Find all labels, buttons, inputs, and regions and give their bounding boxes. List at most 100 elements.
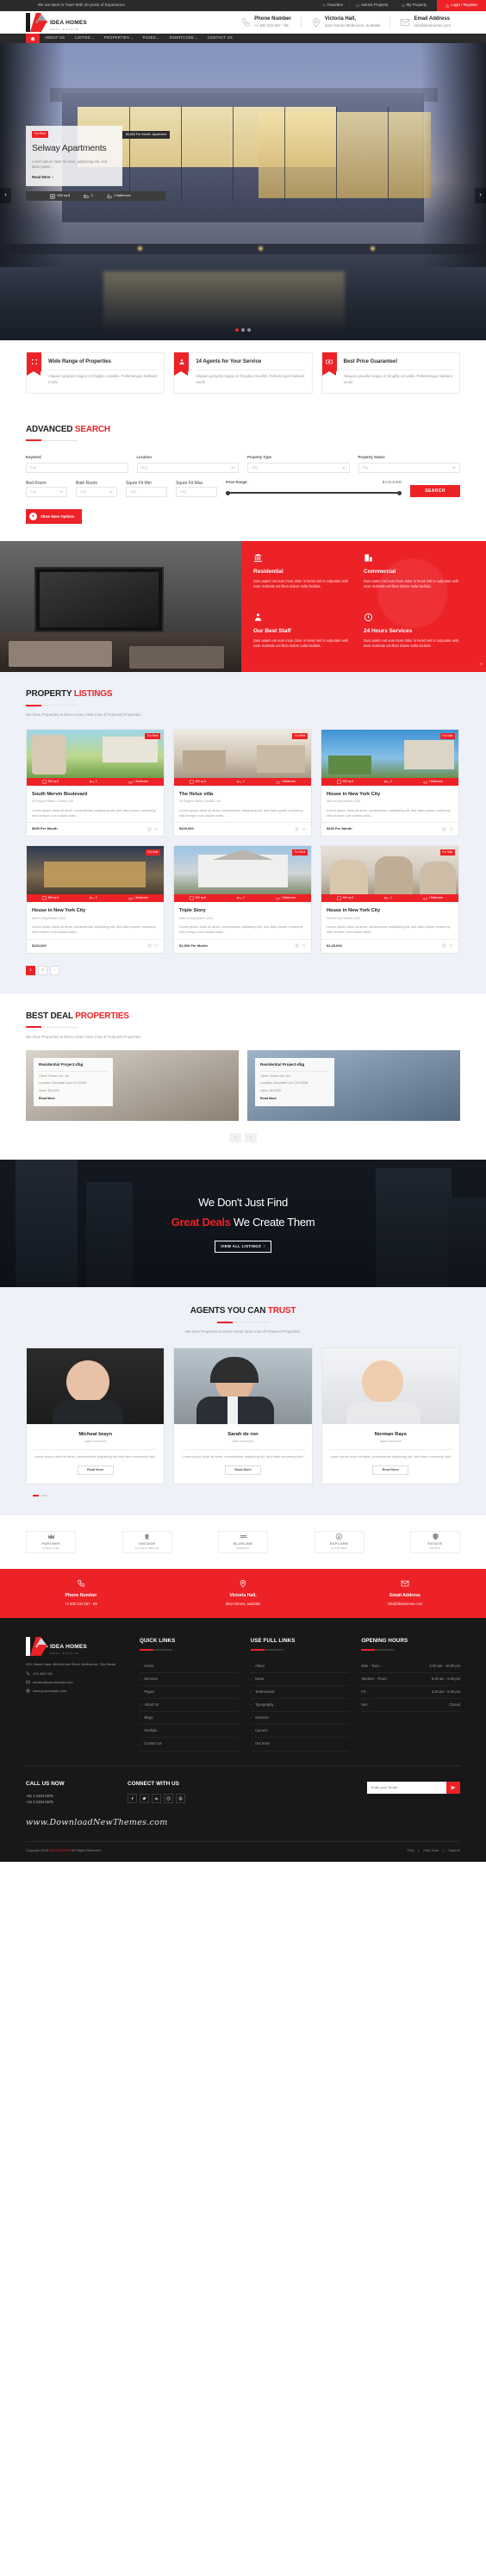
feature-card[interactable]: Wide Range of Properties Aliquam gravida… xyxy=(26,352,165,394)
service-residential[interactable]: Residential Duis autem vel eum iriure do… xyxy=(253,553,364,613)
partner-logo[interactable]: BLUELINE COMPANY xyxy=(218,1530,268,1553)
nav-item-properties[interactable]: PROPERTIES xyxy=(99,35,138,40)
heart-icon[interactable] xyxy=(449,827,453,831)
footer-link-testimonials[interactable]: › Testimonials xyxy=(250,1686,350,1700)
footer-email-value[interactable]: contact@yourdomain.com xyxy=(33,1680,73,1685)
agent-read-more-button[interactable]: Read More xyxy=(372,1465,409,1476)
linkedin-icon[interactable] xyxy=(152,1793,161,1803)
agent-read-more-button[interactable]: Read More xyxy=(224,1465,261,1476)
search-select-property-type[interactable]: Any xyxy=(247,463,350,474)
footer-link-services-2[interactable]: › Services xyxy=(250,1712,350,1726)
compare-icon[interactable] xyxy=(147,827,152,831)
search-select-location[interactable]: Any xyxy=(136,463,239,474)
footer-link-services[interactable]: › Services xyxy=(140,1673,239,1686)
show-more-options-button[interactable]: + Show More Options xyxy=(26,509,83,525)
agent-card[interactable]: Sarah de ron sales executive Lorem ipsum… xyxy=(173,1347,313,1485)
best-deal-prev-button[interactable]: ‹ xyxy=(229,1133,241,1143)
agents-dot[interactable] xyxy=(41,1495,47,1496)
search-input-keyword[interactable]: Any xyxy=(26,463,128,474)
property-card[interactable]: For Rent 530 sq ft 2 1 Bathroom The Helu… xyxy=(173,728,312,837)
footer-link-about-us[interactable]: › About Us xyxy=(140,1699,239,1713)
best-deal-next-button[interactable]: › xyxy=(245,1133,257,1143)
hero-dot[interactable] xyxy=(247,328,251,332)
partner-logo[interactable]: ESTATE GROUP xyxy=(410,1530,460,1553)
facebook-icon[interactable] xyxy=(128,1793,137,1803)
dribbble-icon[interactable] xyxy=(176,1793,185,1803)
footer-link-faq[interactable]: FAQ xyxy=(408,1848,414,1853)
agents-pagination[interactable] xyxy=(26,1495,460,1496)
newsletter-submit-button[interactable] xyxy=(446,1781,460,1794)
page-button-2[interactable]: 2 xyxy=(38,965,47,975)
partner-logo[interactable]: EXPLORE OUTDOORS xyxy=(314,1530,364,1553)
hero-dot[interactable] xyxy=(235,328,239,332)
compare-icon[interactable] xyxy=(442,827,446,831)
best-deal-card[interactable]: Residential Project-dbg Client: Shoen Lt… xyxy=(247,1050,460,1122)
hero-prev-button[interactable]: ‹ xyxy=(0,188,11,203)
footer-link-about[interactable]: › About xyxy=(250,1660,350,1673)
property-card[interactable]: For Sale 530 sq ft 2 1 Bathroom House in… xyxy=(26,845,165,954)
nav-home-button[interactable] xyxy=(26,34,40,43)
footer-link-blogs[interactable]: › Blogs xyxy=(140,1712,239,1726)
property-card[interactable]: For Sale 530 sq ft 2 1 Bathroom House in… xyxy=(321,845,459,954)
page-button-1[interactable]: 1 xyxy=(26,965,35,975)
search-button[interactable]: SEARCH xyxy=(410,485,460,498)
hero-read-more-link[interactable]: Read More › xyxy=(32,175,116,180)
footer-link-portfolio[interactable]: › Portfolio xyxy=(140,1725,239,1739)
heart-icon[interactable] xyxy=(302,943,306,948)
hero-dot[interactable] xyxy=(241,328,245,332)
heart-icon[interactable] xyxy=(154,827,159,831)
service-commercial[interactable]: Commercial Duis autem vel eum iriure dol… xyxy=(364,553,474,613)
hero-pagination-dots[interactable] xyxy=(0,328,486,332)
compare-icon[interactable] xyxy=(442,943,446,948)
service-our-best-staff[interactable]: Our Best Staff Duis autem vel eum iriure… xyxy=(253,613,364,672)
feature-card[interactable]: Best Price Guarantee! Aliquam gravida ma… xyxy=(321,352,460,394)
heart-icon[interactable] xyxy=(302,827,306,831)
footer-link-pages[interactable]: › Pages xyxy=(140,1686,239,1700)
partner-logo[interactable]: VINTAGE CLASSIC BRAND xyxy=(122,1530,172,1553)
footer-website-value[interactable]: www.yourdomain.com xyxy=(33,1689,66,1694)
property-card[interactable]: For Sale 530 sq ft 2 1 Bathroom House in… xyxy=(321,728,459,837)
property-card[interactable]: For Rent 530 sq ft 2 1 Bathroom Triple S… xyxy=(173,845,312,954)
deal-read-more[interactable]: Read More xyxy=(39,1097,108,1102)
agent-read-more-button[interactable]: Read More xyxy=(77,1465,114,1476)
nav-item-listing[interactable]: LISTING xyxy=(70,35,99,40)
footer-link-contact-us[interactable]: › Contact Us xyxy=(140,1738,239,1752)
heart-icon[interactable] xyxy=(154,943,159,948)
twitter-icon[interactable] xyxy=(140,1793,149,1803)
footer-link-our-team[interactable]: › Our team xyxy=(250,1738,350,1752)
search-select-bath-room[interactable]: Any xyxy=(76,487,117,498)
site-logo[interactable]: IDEA HOMES REAL ESTATE xyxy=(26,13,155,32)
login-register-button[interactable]: Login / Register xyxy=(437,0,486,11)
search-input-squre-fit-min[interactable]: Any xyxy=(126,487,167,498)
slider-knob-max[interactable] xyxy=(397,490,402,495)
footer-link-careers[interactable]: › Careers xyxy=(250,1725,350,1739)
compare-icon[interactable] xyxy=(295,943,299,948)
best-deal-card[interactable]: Residential Project-dbg Client: Shoen Lt… xyxy=(26,1050,239,1122)
footer-link-help-desk[interactable]: Help Desk xyxy=(423,1848,439,1853)
slider-knob-min[interactable] xyxy=(226,490,230,495)
nav-item-contact-us[interactable]: CONTACT US xyxy=(202,35,238,40)
heart-icon[interactable] xyxy=(449,943,453,948)
search-input-squre-fit-max[interactable]: Any xyxy=(176,487,217,498)
feature-card[interactable]: 14 Agents for Your Service Aliquam gravi… xyxy=(173,352,313,394)
service-24-hours[interactable]: 24 Hours Services Duis autem vel eum iri… xyxy=(364,613,474,672)
compare-icon[interactable] xyxy=(147,943,152,948)
agents-dot[interactable] xyxy=(33,1495,39,1496)
nav-item-about-us[interactable]: ABOUT US xyxy=(40,35,70,40)
search-select-bed-room[interactable]: Any xyxy=(26,487,67,498)
hero-next-button[interactable]: › xyxy=(475,188,486,203)
newsletter-email-input[interactable] xyxy=(367,1781,446,1794)
top-link-my-property[interactable]: My Property xyxy=(396,3,433,9)
footer-link-home[interactable]: › Home xyxy=(140,1660,239,1673)
nav-item-shortcode[interactable]: SHORTCODE xyxy=(164,35,202,40)
search-select-property-status[interactable]: Any xyxy=(358,463,460,474)
price-range-slider[interactable] xyxy=(226,489,402,496)
top-link-submit-property[interactable]: Submit Property xyxy=(350,3,394,9)
footer-link-typography[interactable]: › Typography xyxy=(250,1699,350,1713)
agent-card[interactable]: Micheal brayn sales executive Lorem ipsu… xyxy=(26,1347,165,1485)
footer-link-news[interactable]: › News xyxy=(250,1673,350,1686)
compare-icon[interactable] xyxy=(295,827,299,831)
footer-logo[interactable]: IDEA HOMES REAL ESTATE xyxy=(26,1636,155,1656)
footer-link-support[interactable]: Support xyxy=(448,1848,460,1853)
view-all-listings-button[interactable]: VIEW ALL LISTINGS › xyxy=(215,1241,271,1254)
